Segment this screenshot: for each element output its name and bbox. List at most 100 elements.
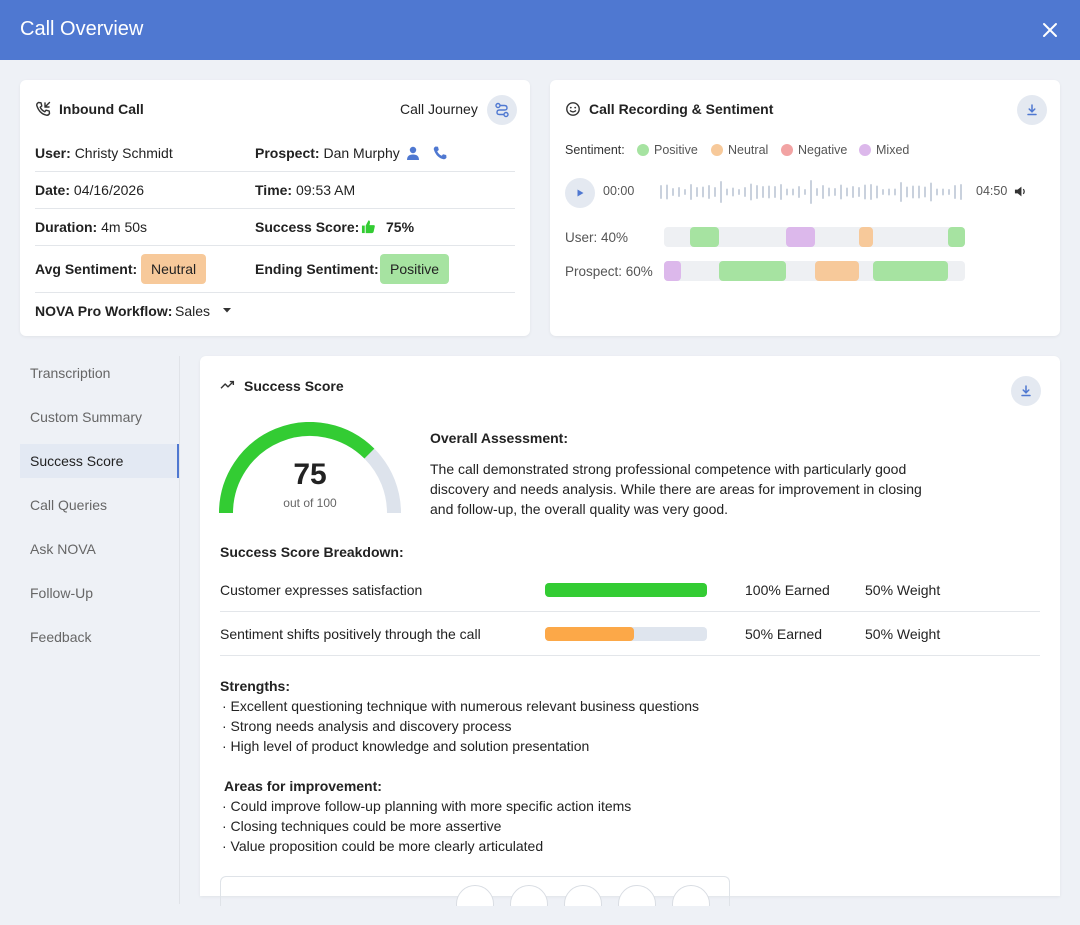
waveform-bar [702,186,704,198]
prospect-value: Dan Murphy [323,145,400,161]
smiley-icon [565,101,581,122]
waveform-bar [864,184,866,200]
user-sentiment-track [664,227,965,247]
legend-negative-label: Negative [798,143,848,157]
track-segment [948,227,965,247]
breakdown-criterion: Customer expresses satisfaction [220,582,423,598]
duration-field: Duration: 4m 50s [35,219,147,235]
workflow-label: NOVA Pro Workflow: [35,303,172,319]
play-button[interactable] [565,178,595,208]
time-value: 09:53 AM [295,182,356,198]
date-field: Date: 04/16/2026 [35,182,144,198]
avg-sentiment-label: Avg Sentiment: [35,261,137,277]
rating-option[interactable] [564,885,602,906]
avg-sentiment-label-text: Avg Sentiment: [35,261,138,277]
rating-option[interactable] [672,885,710,906]
download-score-button[interactable] [1011,376,1041,406]
sidebar-item-feedback[interactable]: Feedback [20,620,180,654]
feedback-panel [220,876,730,906]
waveform-bar [798,186,800,198]
legend-neutral-label: Neutral [728,143,769,157]
waveform-bar [744,187,746,197]
ending-sentiment-badge: Positive [380,254,450,284]
rating-option[interactable] [510,885,548,906]
strengths-title: Strengths: [220,678,290,694]
improvement-item: · Closing techniques could be more asser… [222,818,502,834]
rating-option[interactable] [618,885,656,906]
divider [220,611,1040,612]
waveform-bar [858,187,860,197]
waveform-bar [954,185,956,199]
waveform-bar [732,187,734,197]
track-segment [873,261,948,281]
date-value: 04/16/2026 [73,182,144,198]
title-bar: Call Overview [0,0,1080,60]
download-recording-button[interactable] [1017,95,1047,125]
waveform-bar [912,185,914,199]
contact-person-icon[interactable] [405,145,421,166]
waveform-bar [714,187,716,197]
waveform-bar [780,184,782,200]
sidebar-item-call-queries[interactable]: Call Queries [20,488,180,522]
waveform-bar [756,185,758,199]
workflow-select[interactable]: Sales [175,303,232,319]
sidebar-item-custom-summary[interactable]: Custom Summary [20,400,180,434]
waveform-bar [708,185,710,199]
success-score-field: Success Score: [255,219,359,235]
waveform-bar [660,185,662,199]
waveform-bar [768,185,770,199]
rating-option[interactable] [456,885,494,906]
divider [35,245,515,246]
waveform-bar [828,187,830,197]
sidebar-item-ask-nova[interactable]: Ask NOVA [20,532,180,566]
call-phone-icon[interactable] [432,145,448,166]
improvement-item: · Value proposition could be more clearl… [222,838,544,854]
waveform-bar [840,184,842,200]
success-score-card: Success Score 75 out of 100 Overall Asse… [200,356,1060,906]
assessment-title: Overall Assessment: [430,430,568,446]
divider [35,171,515,172]
waveform-bar [810,180,812,204]
sentiment-legend-label: Sentiment: [565,143,625,157]
waveform-bar [816,188,818,196]
positive-dot [637,144,649,156]
duration-value: 4m 50s [101,219,148,235]
waveform-bar [690,184,692,200]
caret-down-icon [222,308,231,313]
waveform-bar [720,181,722,203]
legend-positive-label: Positive [654,143,698,157]
waveform-bar [678,187,680,197]
assessment-line: The call demonstrated strong professiona… [430,461,907,477]
user-track-label: User: 40% [565,230,629,245]
download-icon [1021,385,1031,397]
waveform-bar [786,188,788,196]
ending-sentiment-label-text: Ending Sentiment: [255,261,379,277]
track-segment [690,227,719,247]
waveform-bar [924,186,926,198]
waveform-bar [852,186,854,198]
download-icon [1027,104,1037,116]
sidebar-item-transcription[interactable]: Transcription [20,356,180,390]
divider [35,292,515,293]
divider [35,208,515,209]
sidebar-item-success-score[interactable]: Success Score [20,444,180,478]
play-icon [577,189,584,197]
waveform-bar [948,189,950,195]
close-icon[interactable] [1040,17,1060,43]
assessment-line: discovery and needs analysis. While ther… [430,481,922,497]
volume-icon[interactable] [1014,185,1027,203]
breakdown-bar [545,583,707,597]
waveform-bar [894,188,896,196]
waveform-bar [846,187,848,197]
track-segment [815,261,859,281]
score-value: 75 [293,458,327,491]
sidebar-item-follow-up[interactable]: Follow-Up [20,576,180,610]
call-journey-button[interactable] [487,95,517,125]
call-info-card: Inbound Call Call Journey User: Christy … [20,80,530,336]
ending-sentiment-label: Ending Sentiment: [255,261,379,277]
phone-incoming-icon [35,101,51,122]
user-label: User: [35,145,71,161]
success-score-label: Success Score: [255,219,360,235]
waveform[interactable] [660,177,966,207]
call-card-title: Inbound Call [59,101,144,117]
